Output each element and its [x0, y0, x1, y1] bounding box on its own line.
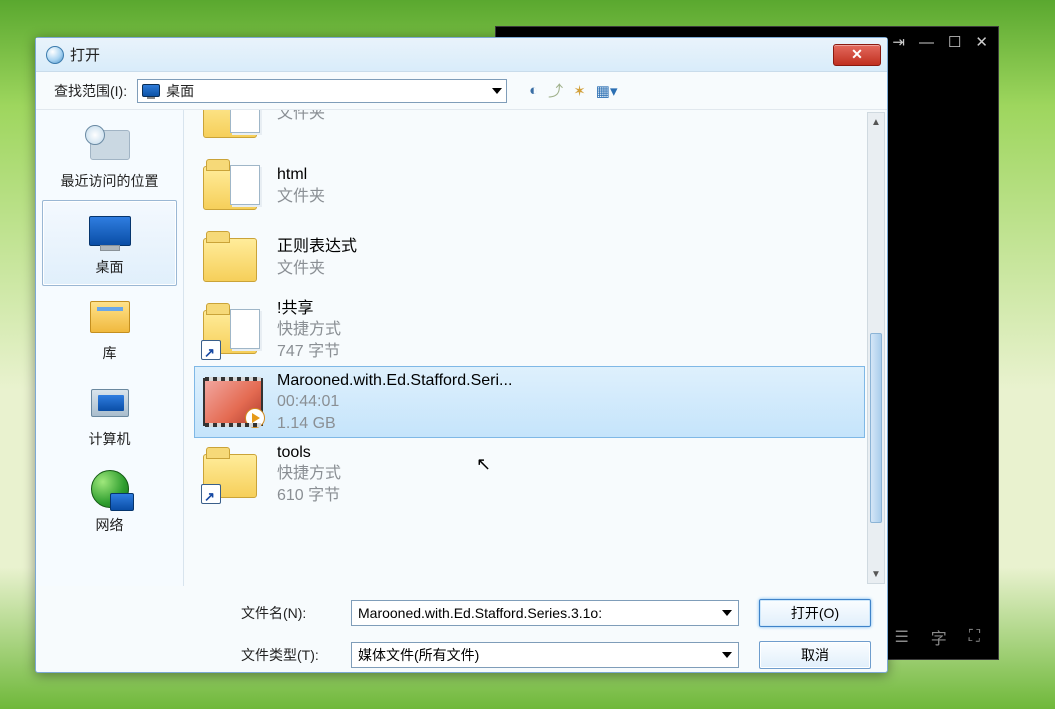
- file-name: tools: [277, 442, 341, 464]
- up-icon[interactable]: ⤴: [548, 80, 563, 101]
- scrollbar[interactable]: ▲ ▼: [867, 112, 885, 584]
- video-thumb-icon: [203, 374, 263, 430]
- folder-icon: [203, 158, 263, 214]
- filename-combo[interactable]: Marooned.with.Ed.Stafford.Series.3.1o:: [351, 600, 739, 626]
- folder-icon: [203, 446, 263, 502]
- dialog-bottom: 文件名(N): Marooned.with.Ed.Stafford.Series…: [36, 586, 887, 686]
- fullscreen-icon[interactable]: ⛶: [969, 628, 980, 646]
- pin-icon[interactable]: ⇥: [892, 33, 905, 51]
- filename-value: Marooned.with.Ed.Stafford.Series.3.1o:: [358, 605, 602, 621]
- file-item[interactable]: Marooned.with.Ed.Stafford.Seri...00:44:0…: [194, 366, 865, 438]
- file-sub1: 文件夹: [277, 110, 325, 125]
- close-icon[interactable]: ✕: [975, 33, 988, 51]
- library-icon: [86, 293, 134, 341]
- chevron-down-icon: [492, 88, 502, 94]
- folder-icon: [203, 110, 263, 142]
- file-item[interactable]: html文件夹: [194, 150, 865, 222]
- play-overlay-icon: [245, 408, 265, 428]
- lookin-label: 查找范围(I):: [54, 81, 127, 101]
- place-label: 桌面: [96, 257, 124, 277]
- scroll-down-icon[interactable]: ▼: [868, 565, 884, 583]
- lookin-toolbar: ◐ ⤴ ✶ ▦▾: [529, 80, 617, 101]
- file-text: !共享快捷方式747 字节: [277, 298, 341, 363]
- file-name: html: [277, 164, 325, 186]
- dialog-titlebar: 打开 ✕: [36, 38, 887, 72]
- scroll-up-icon[interactable]: ▲: [868, 113, 884, 131]
- file-sub2: 610 字节: [277, 485, 341, 507]
- file-sub1: 文件夹: [277, 186, 325, 208]
- scroll-thumb[interactable]: [870, 333, 882, 523]
- file-sub1: 00:44:01: [277, 391, 512, 413]
- lookin-value: 桌面: [166, 81, 194, 101]
- place-computer[interactable]: 计算机: [42, 372, 177, 458]
- app-icon: [46, 46, 64, 64]
- file-sub1: 快捷方式: [277, 463, 341, 485]
- file-sub2: 747 字节: [277, 341, 341, 363]
- chevron-down-icon: [722, 652, 732, 658]
- place-library[interactable]: 库: [42, 286, 177, 372]
- place-recent[interactable]: 最近访问的位置: [42, 114, 177, 200]
- filetype-label: 文件类型(T):: [241, 645, 331, 665]
- view-menu-icon[interactable]: ▦▾: [596, 82, 618, 100]
- computer-icon: [86, 379, 134, 427]
- folder-icon: [203, 302, 263, 358]
- file-name: !共享: [277, 298, 341, 320]
- file-name: Marooned.with.Ed.Stafford.Seri...: [277, 370, 512, 392]
- desktop-icon: [142, 84, 160, 97]
- list-icon[interactable]: ☰: [894, 627, 908, 647]
- file-sub1: 文件夹: [277, 258, 357, 280]
- file-text: Marooned.with.Ed.Stafford.Seri...00:44:0…: [277, 370, 512, 435]
- filetype-combo[interactable]: 媒体文件(所有文件): [351, 642, 739, 668]
- file-area: 文件夹html文件夹正则表达式文件夹!共享快捷方式747 字节Marooned.…: [184, 110, 887, 586]
- open-file-dialog: 打开 ✕ 查找范围(I): 桌面 ◐ ⤴ ✶ ▦▾ 最近访问的位置桌面库计算机网…: [35, 37, 888, 673]
- place-label: 计算机: [89, 429, 131, 449]
- place-network[interactable]: 网络: [42, 458, 177, 544]
- subtitle-icon[interactable]: 字: [931, 625, 947, 649]
- file-text: tools快捷方式610 字节: [277, 442, 341, 507]
- shortcut-overlay-icon: [203, 340, 221, 358]
- place-label: 网络: [96, 515, 124, 535]
- file-item[interactable]: tools快捷方式610 字节: [194, 438, 865, 510]
- recent-icon: [86, 121, 134, 169]
- place-label: 库: [103, 343, 117, 363]
- file-text: 正则表达式文件夹: [277, 236, 357, 279]
- file-item[interactable]: 正则表达式文件夹: [194, 222, 865, 294]
- back-icon[interactable]: ◐: [529, 82, 538, 99]
- folder-icon: [203, 230, 263, 286]
- shortcut-overlay-icon: [203, 484, 221, 502]
- filename-label: 文件名(N):: [241, 603, 331, 623]
- file-name: 正则表达式: [277, 236, 357, 258]
- desktop-icon: [86, 207, 134, 255]
- file-sub1: 快捷方式: [277, 319, 341, 341]
- close-button[interactable]: ✕: [833, 44, 881, 66]
- file-text: 文件夹: [277, 110, 325, 125]
- lookin-combo[interactable]: 桌面: [137, 79, 507, 103]
- network-icon: [86, 465, 134, 513]
- file-text: html文件夹: [277, 164, 325, 207]
- places-bar: 最近访问的位置桌面库计算机网络: [36, 110, 184, 586]
- file-item[interactable]: 文件夹: [194, 110, 865, 150]
- file-list: 文件夹html文件夹正则表达式文件夹!共享快捷方式747 字节Marooned.…: [194, 110, 865, 586]
- lookin-row: 查找范围(I): 桌面 ◐ ⤴ ✶ ▦▾: [36, 72, 887, 110]
- chevron-down-icon: [722, 610, 732, 616]
- open-button[interactable]: 打开(O): [759, 599, 871, 627]
- cancel-button[interactable]: 取消: [759, 641, 871, 669]
- place-desktop[interactable]: 桌面: [42, 200, 177, 286]
- file-sub2: 1.14 GB: [277, 413, 512, 435]
- place-label: 最近访问的位置: [61, 171, 159, 191]
- maximize-icon[interactable]: ☐: [948, 33, 961, 51]
- dialog-title: 打开: [70, 44, 100, 65]
- minimize-icon[interactable]: —: [919, 34, 934, 51]
- file-item[interactable]: !共享快捷方式747 字节: [194, 294, 865, 366]
- filetype-value: 媒体文件(所有文件): [358, 645, 479, 665]
- new-folder-icon[interactable]: ✶: [573, 82, 586, 100]
